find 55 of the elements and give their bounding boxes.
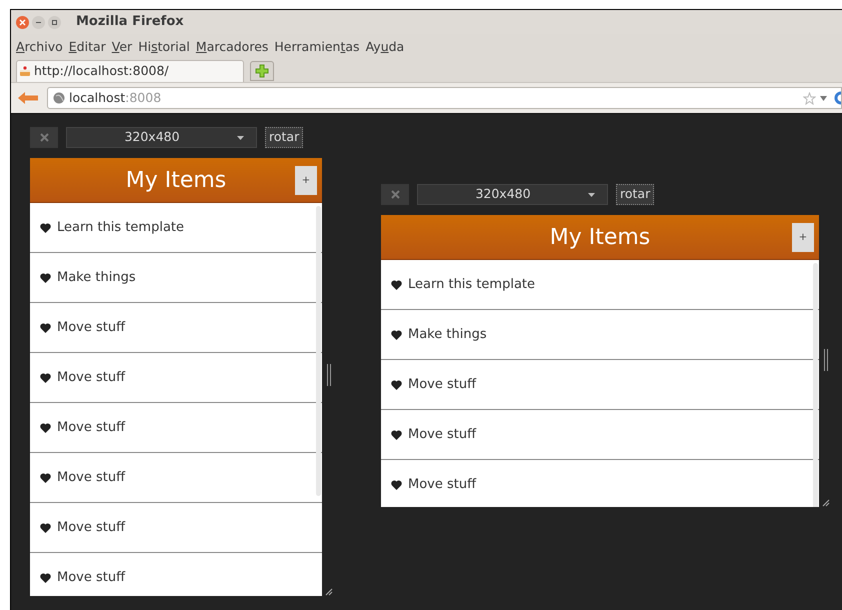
close-icon[interactable] xyxy=(381,184,409,205)
close-icon[interactable] xyxy=(16,16,29,28)
heart-icon xyxy=(391,480,402,490)
maximize-icon[interactable] xyxy=(48,16,61,28)
scrollbar[interactable] xyxy=(316,206,321,496)
menu-item[interactable]: Marcadores xyxy=(196,38,268,56)
dropdown-icon[interactable] xyxy=(820,96,827,100)
menu-item[interactable]: Editar xyxy=(68,38,106,56)
heart-icon xyxy=(391,430,402,440)
list-item[interactable]: Move stuff xyxy=(30,553,322,596)
add-button[interactable]: + xyxy=(295,166,317,195)
new-tab-button[interactable] xyxy=(250,61,274,81)
dropdown-icon xyxy=(237,136,244,140)
star-icon[interactable] xyxy=(803,92,816,104)
heart-icon xyxy=(40,472,51,482)
close-icon[interactable] xyxy=(30,127,58,148)
heart-icon xyxy=(40,422,51,432)
url-text: localhost:8008 xyxy=(69,88,162,107)
app-title: My Items xyxy=(126,166,226,194)
dropdown-icon xyxy=(588,192,595,196)
heart-icon xyxy=(391,380,402,390)
list-item[interactable]: Move stuff xyxy=(30,503,322,553)
heart-icon xyxy=(40,322,51,332)
globe-icon xyxy=(53,92,65,104)
cake-icon xyxy=(19,66,31,77)
resize-grip-icon[interactable] xyxy=(822,499,830,507)
add-button[interactable]: + xyxy=(792,223,814,252)
size-select[interactable]: 320x480 xyxy=(66,127,257,148)
heart-icon xyxy=(40,222,51,232)
menu-item[interactable]: Archivo xyxy=(16,38,63,56)
menu-item[interactable]: Ver xyxy=(112,38,132,56)
resize-handle[interactable] xyxy=(327,364,331,386)
heart-icon xyxy=(40,573,51,583)
heart-icon xyxy=(391,330,402,340)
resize-handle[interactable] xyxy=(824,349,828,371)
heart-icon xyxy=(40,522,51,532)
rotate-button[interactable]: rotar xyxy=(265,127,304,148)
resize-grip-icon[interactable] xyxy=(325,588,333,596)
menu-item[interactable]: Historial xyxy=(138,38,190,56)
menu-item[interactable]: Ayuda xyxy=(366,38,404,56)
heart-icon xyxy=(40,372,51,382)
browser-tab[interactable]: http://localhost:8008/ xyxy=(16,60,244,82)
rotate-button[interactable]: rotar xyxy=(616,184,654,205)
menu-item[interactable]: Herramientas xyxy=(274,38,360,56)
heart-icon xyxy=(391,280,402,290)
minimize-icon[interactable] xyxy=(32,16,45,28)
scrollbar[interactable] xyxy=(813,263,818,507)
app-title: My Items xyxy=(550,224,650,252)
back-arrow-icon[interactable] xyxy=(17,91,39,105)
size-select[interactable]: 320x480 xyxy=(417,184,608,205)
address-field[interactable]: localhost:8008 xyxy=(47,87,842,109)
plus-icon xyxy=(255,64,269,78)
heart-icon xyxy=(40,272,51,282)
list-item[interactable]: Move stuff xyxy=(381,460,819,507)
window-title: Mozilla Firefox xyxy=(76,13,184,32)
